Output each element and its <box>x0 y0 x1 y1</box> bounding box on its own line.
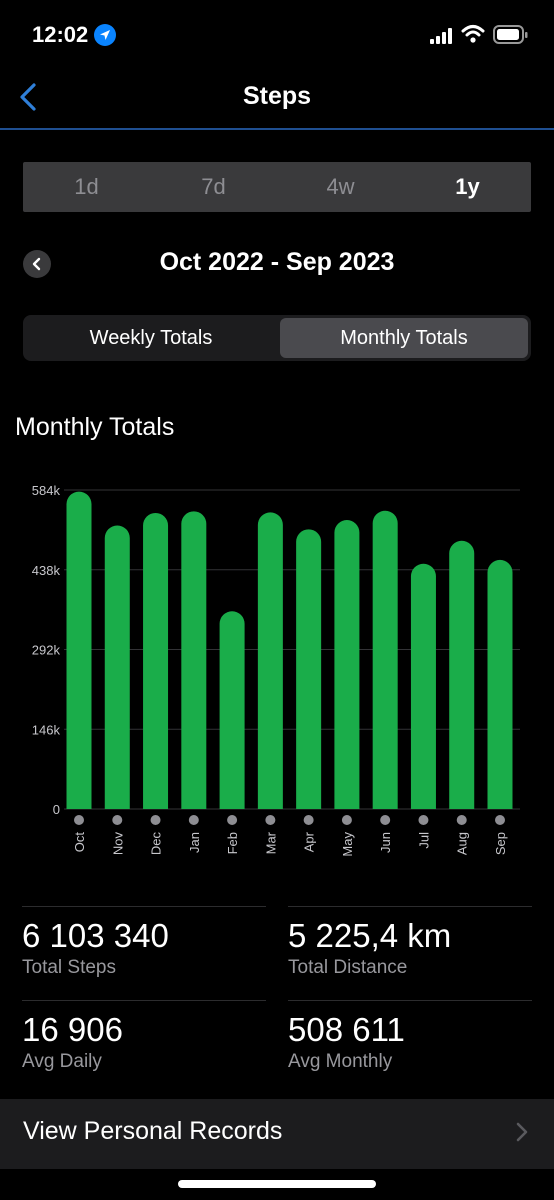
range-segmented-control: 1d 7d 4w 1y <box>23 162 531 212</box>
x-tick-label: Jul <box>416 832 431 849</box>
avg-monthly-value: 508 611 <box>288 1011 405 1048</box>
y-tick-label: 146k <box>32 722 61 737</box>
y-tick-label: 292k <box>32 643 61 658</box>
x-tick-label: Nov <box>110 832 125 856</box>
y-tick-label: 0 <box>53 802 60 817</box>
x-tick-label: Mar <box>263 831 278 854</box>
divider <box>22 1000 266 1001</box>
x-tick-label: May <box>340 832 355 857</box>
range-tab-4w[interactable]: 4w <box>277 162 404 212</box>
range-tab-7d[interactable]: 7d <box>150 162 277 212</box>
y-tick-label: 438k <box>32 563 61 578</box>
total-distance-value: 5 225,4 km <box>288 917 452 954</box>
screen: 12:02 Steps 1d 7d 4w 1y Oct 2022 - Sep 2… <box>0 0 554 1200</box>
wifi-icon <box>461 24 485 49</box>
nav-divider <box>0 128 554 130</box>
bar-nov[interactable] <box>104 525 130 809</box>
x-tick-label: Aug <box>455 832 470 855</box>
month-dot <box>265 815 276 825</box>
monthly-totals-tab[interactable]: Monthly Totals <box>280 318 528 358</box>
divider <box>22 906 266 907</box>
weekly-totals-tab[interactable]: Weekly Totals <box>26 318 276 358</box>
month-dot <box>150 815 161 825</box>
bar-mar[interactable] <box>257 512 283 809</box>
bar-jan[interactable] <box>181 511 207 809</box>
cellular-signal-icon <box>430 28 454 49</box>
x-tick-label: Apr <box>302 831 317 852</box>
bar-dec[interactable] <box>143 512 169 809</box>
bar-jul[interactable] <box>410 563 436 809</box>
bar-may[interactable] <box>334 520 360 809</box>
total-steps-label: Total Steps <box>22 957 116 978</box>
section-title: Monthly Totals <box>15 413 175 441</box>
period-label: Oct 2022 - Sep 2023 <box>159 248 395 276</box>
page-title: Steps <box>242 82 312 110</box>
month-dot <box>380 815 391 825</box>
x-tick-label: Sep <box>493 832 508 855</box>
month-dot <box>74 815 84 825</box>
chevron-right-icon[interactable] <box>515 1121 529 1148</box>
month-dot <box>456 815 467 825</box>
month-dot <box>341 815 352 825</box>
x-tick-label: Jun <box>378 832 393 853</box>
x-tick-label: Jan <box>187 832 202 853</box>
x-tick-label: Feb <box>225 832 240 854</box>
x-tick-label: Oct <box>72 832 87 853</box>
total-distance-label: Total Distance <box>288 957 408 978</box>
x-tick-label: Dec <box>149 832 164 856</box>
avg-monthly-label: Avg Monthly <box>288 1051 393 1072</box>
month-dot <box>112 815 123 825</box>
home-indicator <box>178 1180 376 1188</box>
month-dot <box>495 815 505 825</box>
bar-oct[interactable] <box>66 491 92 809</box>
range-tab-1d[interactable]: 1d <box>23 162 150 212</box>
view-personal-records-label[interactable]: View Personal Records <box>23 1117 282 1146</box>
status-time: 12:02 <box>32 22 89 47</box>
bar-apr[interactable] <box>296 529 322 809</box>
monthly-totals-chart: 584k 438k 292k 146k 0 Oct Nov Dec Jan Feb Mar Apr Ma… <box>32 483 520 857</box>
bar-sep[interactable] <box>487 559 513 809</box>
range-tab-1y[interactable]: 1y <box>404 162 531 212</box>
battery-icon <box>493 24 529 51</box>
month-dot <box>418 815 429 825</box>
bar-aug[interactable] <box>449 540 475 809</box>
month-dot <box>227 815 238 825</box>
total-steps-value: 6 103 340 <box>22 917 169 954</box>
location-arrow-icon <box>94 24 116 46</box>
totals-segmented-control: Weekly Totals Monthly Totals <box>23 315 531 361</box>
avg-daily-value: 16 906 <box>22 1011 123 1048</box>
bar-feb[interactable] <box>219 611 245 809</box>
divider <box>288 1000 532 1001</box>
avg-daily-label: Avg Daily <box>22 1051 102 1072</box>
bar-jun[interactable] <box>372 510 398 809</box>
y-tick-label: 584k <box>32 483 61 498</box>
month-dot <box>303 815 314 825</box>
month-dot <box>188 815 199 825</box>
divider <box>288 906 532 907</box>
